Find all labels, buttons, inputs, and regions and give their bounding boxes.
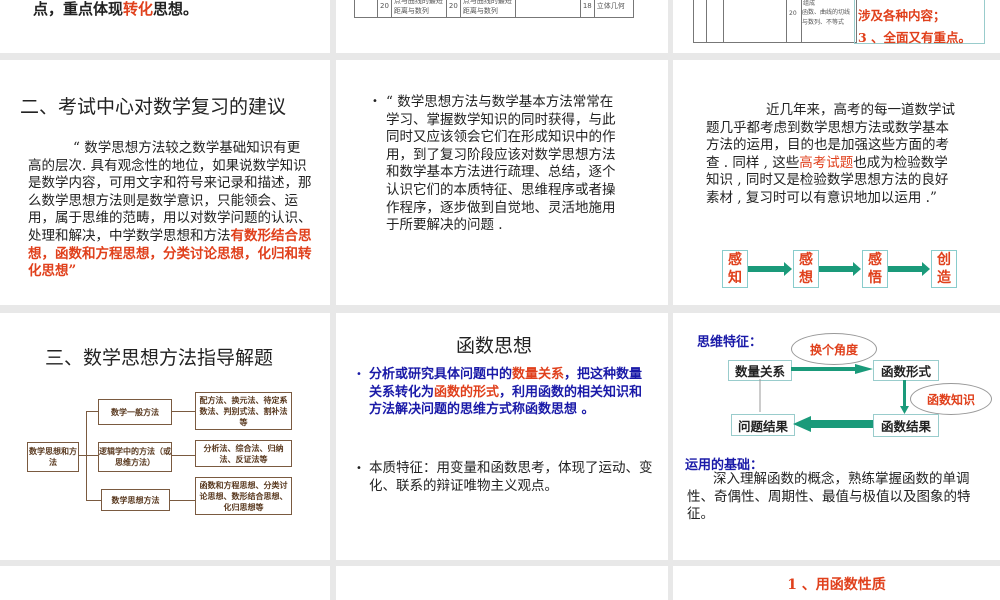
cell: 20 (445, 0, 461, 18)
note-line: 3 、全面又有重点。 (858, 30, 972, 45)
tree-leaf: 配方法、换元法、待定系数法、判别式法、割补法等 (195, 392, 292, 430)
bullet-icon: • (372, 96, 378, 107)
slide-thumb-7[interactable]: 三、数学思想方法指导解题 数学思想和方法 数学一般方法 逻辑学中的方法（或思维方… (0, 313, 330, 560)
cell: 20 (789, 10, 797, 17)
text: 思想。 (153, 0, 199, 18)
slide-thumb-8[interactable]: 函数思想 • 分析或研究具体问题中的数量关系，把这种数量关系转化为函数的形式，利… (336, 313, 668, 560)
slide-thumb-3[interactable]: 组成 20 函数、曲线的切线与数列、不等式 涉及各种内容； 3 、全面又有重点。 (673, 0, 1000, 53)
slide-thumb-1[interactable]: 点，重点体现转化思想。 (0, 0, 330, 53)
slide-thumb-11[interactable] (336, 566, 668, 600)
note-line: 涉及各种内容； (858, 8, 946, 23)
tree-branch: 数学一般方法 (98, 399, 172, 425)
highlight: 数量关系 (512, 367, 565, 382)
slide-thumb-9[interactable]: 思维特征： 换个角度 函数知识 数量关系 函数形式 函数结果 问题结果 运用的基… (673, 313, 1000, 560)
bullet-icon: • (356, 463, 362, 474)
highlight: 函数的形式 (434, 384, 500, 400)
tree-branch: 逻辑学中的方法（或思维方法） (98, 442, 172, 472)
slide-thumb-10[interactable] (0, 566, 330, 600)
cell: 18 (579, 0, 595, 18)
slide-title: 函数思想 (456, 335, 533, 357)
exam-table: 20 点与曲线的最短距离与数列 20 点与曲线的最短距离与数列 18 立体几何 (354, 0, 635, 18)
highlight: 转化 (123, 0, 154, 18)
bullet-icon: • (356, 369, 362, 380)
slide-title: 1 、用函数性质 (787, 577, 886, 593)
cell: 20 (377, 0, 392, 18)
text: 点，重点体现 (33, 0, 124, 18)
cell: 立体几何 (593, 0, 635, 18)
text: 分析或研究具体问题中的 (369, 367, 513, 382)
slide-thumb-6[interactable]: 近几年来，高考的每一道数学试题几乎都考虑到数学思想方法或数学基本方法的运用，目的… (673, 60, 1000, 305)
tree-branch: 数学思想方法 (101, 489, 170, 511)
bullet-text: “ 数学思想方法与数学基本方法常常在学习、掌握数学知识的同时获得，与此同时又应该… (386, 94, 616, 234)
cell: 函数、曲线的切线与数列、不等式 (802, 9, 851, 26)
slide-thumb-2[interactable]: 20 点与曲线的最短距离与数列 20 点与曲线的最短距离与数列 18 立体几何 (336, 0, 668, 53)
cell: 点与曲线的最短距离与数列 (459, 0, 516, 18)
cell: 点与曲线的最短距离与数列 (390, 0, 447, 18)
slide-thumb-5[interactable]: • “ 数学思想方法与数学基本方法常常在学习、掌握数学知识的同时获得，与此同时又… (336, 60, 668, 305)
flow-arrows (748, 262, 930, 276)
slide-text: 点，重点体现转化思想。 (33, 0, 198, 19)
slide-thumb-4[interactable]: 二、考试中心对数学复习的建议 “ 数学思想方法较之数学基础知识有更高的层次. 具… (0, 60, 330, 305)
slide-title: 二、考试中心对数学复习的建议 (20, 96, 287, 118)
note-box: 涉及各种内容； 3 、全面又有重点。 (854, 0, 985, 45)
slide-thumb-12[interactable]: 1 、用函数性质 (673, 566, 1000, 600)
slide-body: “ 数学思想方法较之数学基础知识有更高的层次. 具有观念性的地位，如果说数学知识… (28, 140, 313, 281)
tree-root: 数学思想和方法 (27, 442, 79, 472)
tree-leaf: 分析法、综合法、归纳法、反证法等 (195, 440, 292, 467)
tree-leaf: 函数和方程思想、分类讨论思想、数形结合思想、化归思想等 (195, 477, 292, 515)
cell: 组成 (803, 0, 816, 7)
bullet-text: 分析或研究具体问题中的数量关系，把这种数量关系转化为函数的形式，利用函数的相关知… (369, 366, 651, 419)
slide-title: 三、数学思想方法指导解题 (45, 347, 274, 369)
table-frame: 组成 20 函数、曲线的切线与数列、不等式 (693, 0, 857, 43)
slide-body: 深入理解函数的概念，熟练掌握函数的单调性、奇偶性、周期性、最值与极值以及图象的特… (687, 471, 971, 523)
bullet-text: 本质特征：用变量和函数思考，体现了运动、变化、联系的辩证唯物主义观点。 (369, 460, 653, 494)
